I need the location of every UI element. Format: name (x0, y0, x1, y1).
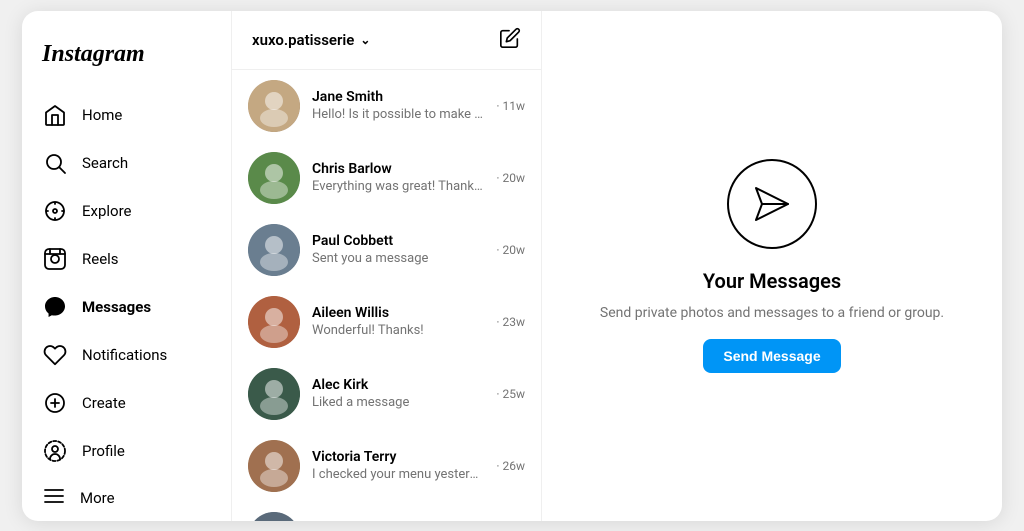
conversation-item-jane-smith[interactable]: Jane Smith Hello! Is it possible to make… (232, 70, 541, 142)
sidebar-item-home-label: Home (82, 106, 122, 124)
conv-info-alec-kirk: Alec Kirk Liked a message (312, 377, 484, 410)
main-subtitle: Send private photos and messages to a fr… (600, 305, 944, 321)
conv-name-aileen-willis: Aileen Willis (312, 305, 484, 321)
compose-icon[interactable] (499, 27, 521, 53)
app-logo: Instagram (22, 31, 231, 92)
conversation-item-chris-barlow[interactable]: Chris Barlow Everything was great! Thank… (232, 142, 541, 214)
avatar-chris-barlow (248, 152, 300, 204)
sidebar-item-reels-label: Reels (82, 250, 119, 268)
sidebar-item-reels[interactable]: Reels (22, 236, 231, 282)
avatar-angela-brown (248, 512, 300, 521)
sidebar-item-messages[interactable]: Messages (22, 284, 231, 330)
more-icon (42, 484, 66, 512)
conv-name-jane-smith: Jane Smith (312, 89, 484, 105)
sidebar-item-profile-label: Profile (82, 442, 125, 460)
avatar-alec-kirk (248, 368, 300, 420)
conv-time-paul-cobbett: · 20w (496, 243, 525, 257)
home-icon (42, 102, 68, 128)
sidebar-item-messages-label: Messages (82, 298, 151, 316)
conv-time-aileen-willis: · 23w (496, 315, 525, 329)
send-message-illustration (727, 159, 817, 249)
sidebar-item-create-label: Create (82, 394, 126, 412)
sidebar-item-create[interactable]: Create (22, 380, 231, 426)
conversation-item-aileen-willis[interactable]: Aileen Willis Wonderful! Thanks! · 23w (232, 286, 541, 358)
conversation-item-angela-brown[interactable]: Angela Brown Hi! Will you be open during… (232, 502, 541, 521)
conv-preview-victoria-terry: I checked your menu yesterd... (312, 467, 484, 482)
conv-name-alec-kirk: Alec Kirk (312, 377, 484, 393)
sidebar-item-home[interactable]: Home (22, 92, 231, 138)
messages-panel: xuxo.patisserie ⌄ Jane Smith Hello! Is i… (232, 11, 542, 521)
main-title: Your Messages (703, 269, 841, 293)
messages-header: xuxo.patisserie ⌄ (232, 11, 541, 70)
sidebar: Instagram Home Search (22, 11, 232, 521)
sidebar-item-notifications[interactable]: Notifications (22, 332, 231, 378)
reels-icon (42, 246, 68, 272)
app-container: Instagram Home Search (22, 11, 1002, 521)
conversation-list: Jane Smith Hello! Is it possible to make… (232, 70, 541, 521)
conv-name-chris-barlow: Chris Barlow (312, 161, 484, 177)
conv-time-jane-smith: · 11w (496, 99, 525, 113)
conv-info-jane-smith: Jane Smith Hello! Is it possible to make… (312, 89, 484, 122)
sidebar-item-more[interactable]: More (22, 474, 231, 521)
conv-time-chris-barlow: · 20w (496, 171, 525, 185)
main-area: Your Messages Send private photos and me… (542, 11, 1002, 521)
create-icon (42, 390, 68, 416)
conv-name-paul-cobbett: Paul Cobbett (312, 233, 484, 249)
sidebar-item-explore[interactable]: Explore (22, 188, 231, 234)
messages-icon (42, 294, 68, 320)
sidebar-item-profile[interactable]: Profile (22, 428, 231, 474)
conversation-item-alec-kirk[interactable]: Alec Kirk Liked a message · 25w (232, 358, 541, 430)
avatar-paul-cobbett (248, 224, 300, 276)
conv-preview-paul-cobbett: Sent you a message (312, 251, 484, 266)
conv-preview-chris-barlow: Everything was great! Thank ... (312, 179, 484, 194)
profile-icon (42, 438, 68, 464)
conv-info-paul-cobbett: Paul Cobbett Sent you a message (312, 233, 484, 266)
conv-time-alec-kirk: · 25w (496, 387, 525, 401)
conversation-item-paul-cobbett[interactable]: Paul Cobbett Sent you a message · 20w (232, 214, 541, 286)
conv-info-aileen-willis: Aileen Willis Wonderful! Thanks! (312, 305, 484, 338)
avatar-aileen-willis (248, 296, 300, 348)
sidebar-item-search[interactable]: Search (22, 140, 231, 186)
messages-header-title[interactable]: xuxo.patisserie ⌄ (252, 31, 370, 49)
sidebar-item-search-label: Search (82, 154, 128, 172)
send-message-button[interactable]: Send Message (703, 339, 840, 373)
chevron-down-icon: ⌄ (360, 33, 370, 47)
avatar-victoria-terry (248, 440, 300, 492)
conversation-item-victoria-terry[interactable]: Victoria Terry I checked your menu yeste… (232, 430, 541, 502)
conv-preview-aileen-willis: Wonderful! Thanks! (312, 323, 484, 338)
avatar-jane-smith (248, 80, 300, 132)
explore-icon (42, 198, 68, 224)
conv-time-victoria-terry: · 26w (496, 459, 525, 473)
messages-username: xuxo.patisserie (252, 31, 354, 49)
sidebar-item-notifications-label: Notifications (82, 346, 167, 364)
notifications-icon (42, 342, 68, 368)
sidebar-nav: Home Search (22, 92, 231, 474)
conv-info-chris-barlow: Chris Barlow Everything was great! Thank… (312, 161, 484, 194)
conv-name-victoria-terry: Victoria Terry (312, 449, 484, 465)
search-icon (42, 150, 68, 176)
conv-preview-jane-smith: Hello! Is it possible to make a... (312, 107, 484, 122)
sidebar-item-explore-label: Explore (82, 202, 132, 220)
conv-info-victoria-terry: Victoria Terry I checked your menu yeste… (312, 449, 484, 482)
sidebar-more-label: More (80, 489, 115, 507)
conv-preview-alec-kirk: Liked a message (312, 395, 484, 410)
